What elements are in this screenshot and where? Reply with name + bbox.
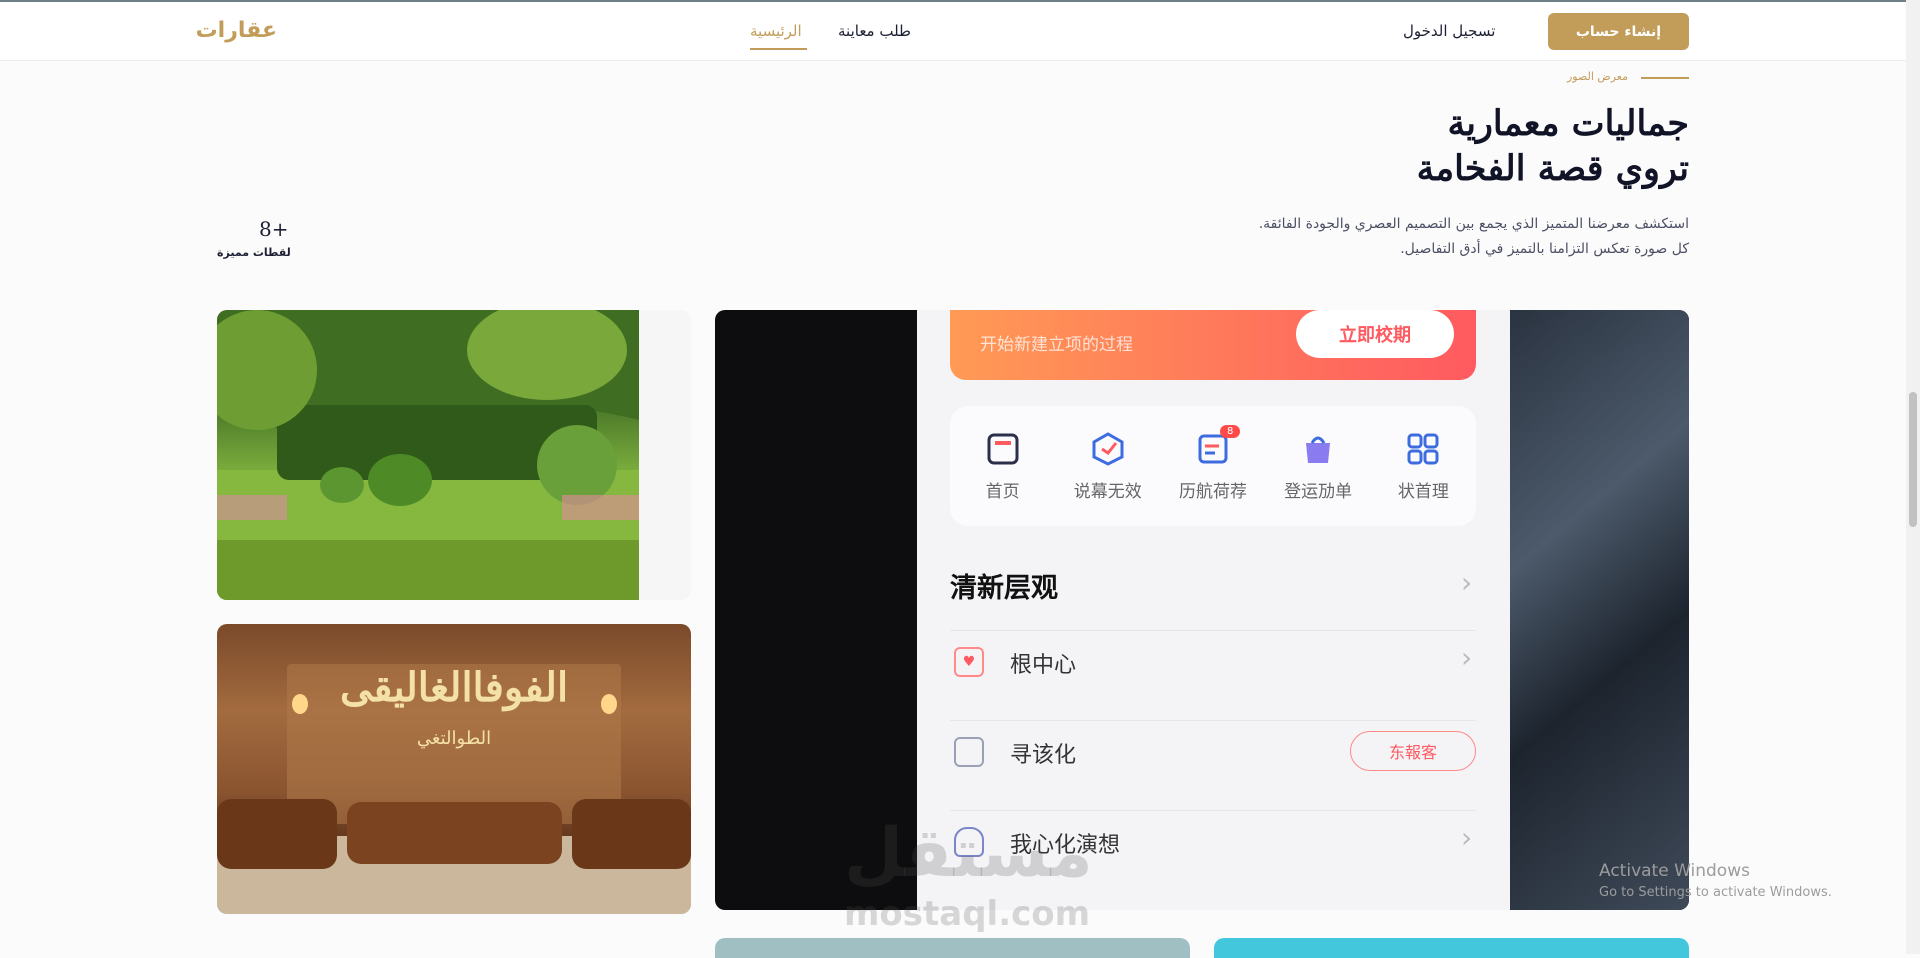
description-line-1: استكشف معرضنا المتميز الذي يجمع بين التص… <box>1258 216 1689 232</box>
icon-label-4: 登运劢单 <box>1284 481 1353 502</box>
promo-banner: 开始新建立项的过程 立即校期 <box>950 310 1476 380</box>
hall-sign-sub: الطوالتغي <box>416 728 492 749</box>
square-icon <box>954 737 984 767</box>
watermark-url: mostaql.com <box>844 894 1091 934</box>
section-description: استكشف معرضنا المتميز الذي يجمع بين التص… <box>1129 212 1689 262</box>
section-title: جماليات معمارية تروي قصة الفخامة <box>1417 101 1689 191</box>
hall-sign-main: الفوفاالغاليقى <box>339 664 569 711</box>
gallery-item-bottom-right[interactable] <box>1214 938 1689 958</box>
activate-windows-subtitle: Go to Settings to activate Windows. <box>1599 885 1832 900</box>
nav-active-underline <box>750 48 807 50</box>
shopping-bag-icon <box>1306 436 1331 463</box>
section-eyebrow: معرض الصور <box>1566 70 1628 83</box>
icon-item-5: 状首理 <box>1378 431 1468 502</box>
chevron-right-icon: › <box>1461 821 1473 854</box>
description-line-2: كل صورة تعكس التزامنا بالتميز في أدق الت… <box>1400 241 1689 257</box>
login-link[interactable]: تسجيل الدخول <box>1403 22 1495 40</box>
stone-texture <box>1510 310 1689 910</box>
nav-link-inspection[interactable]: طلب معاينة <box>838 22 911 40</box>
garden-photo <box>217 310 639 600</box>
icon-item-4: 登运劢单 <box>1273 431 1363 502</box>
eyebrow-line <box>1641 77 1689 79</box>
activate-windows-title: Activate Windows <box>1599 861 1750 881</box>
section-title-line-1: جماليات معمارية <box>1447 103 1690 144</box>
phone-row-label-2: 寻该化 <box>1010 743 1077 768</box>
icon-item-2: 说幕无效 <box>1063 431 1153 502</box>
cube-icon <box>1092 431 1124 466</box>
icon-grid: 首页 说幕无效 8 历航荷荐 登运劢单 状首理 <box>950 406 1476 526</box>
section-title-line-2: تروي قصة الفخامة <box>1416 148 1689 189</box>
chevron-right-icon: › <box>1461 566 1473 599</box>
icon-label-1: 首页 <box>985 481 1020 502</box>
notification-badge: 8 <box>1219 424 1241 438</box>
gallery-item-garden[interactable] <box>217 310 691 600</box>
icon-item-3: 8 历航荷荐 <box>1168 424 1258 502</box>
calendar-icon <box>987 433 1019 464</box>
icon-label-5: 状首理 <box>1397 481 1449 502</box>
stat-label: لقطات مميزة <box>217 246 291 259</box>
heart-icon: ♥ <box>954 647 984 677</box>
phone-section-title: 清新层观 <box>950 573 1058 604</box>
phone-row-2: 寻该化 东報客 <box>950 720 1476 781</box>
register-button[interactable]: إنشاء حساب <box>1548 13 1689 50</box>
grid-icon <box>1407 433 1439 464</box>
page-scrollbar[interactable] <box>1906 0 1920 954</box>
phone-row-label-1: 根中心 <box>1010 653 1077 678</box>
icon-item-1: 首页 <box>958 431 1048 502</box>
icon-label-2: 说幕无效 <box>1073 481 1142 502</box>
stat-value: 8+ <box>259 217 289 241</box>
gallery-item-hall[interactable]: الفوفاالغاليقى الطوالتغي <box>217 624 691 914</box>
phone-row-action: 东報客 <box>1350 731 1476 771</box>
icon-label-3: 历航荷荐 <box>1178 481 1247 502</box>
nav-link-home[interactable]: الرئيسية <box>750 22 802 40</box>
site-logo[interactable]: عقارات <box>196 18 277 43</box>
scrollbar-thumb[interactable] <box>1909 392 1917 527</box>
promo-banner-button: 立即校期 <box>1296 310 1454 358</box>
gallery-item-bottom-left[interactable] <box>715 938 1190 958</box>
watermark-logo: مستقل <box>844 814 1093 893</box>
navbar: عقارات الرئيسية طلب معاينة تسجيل الدخول … <box>0 2 1906 61</box>
phone-row-1: ♥ 根中心 › <box>950 630 1476 691</box>
promo-banner-text: 开始新建立项的过程 <box>980 335 1133 355</box>
chevron-right-icon: › <box>1461 641 1473 674</box>
